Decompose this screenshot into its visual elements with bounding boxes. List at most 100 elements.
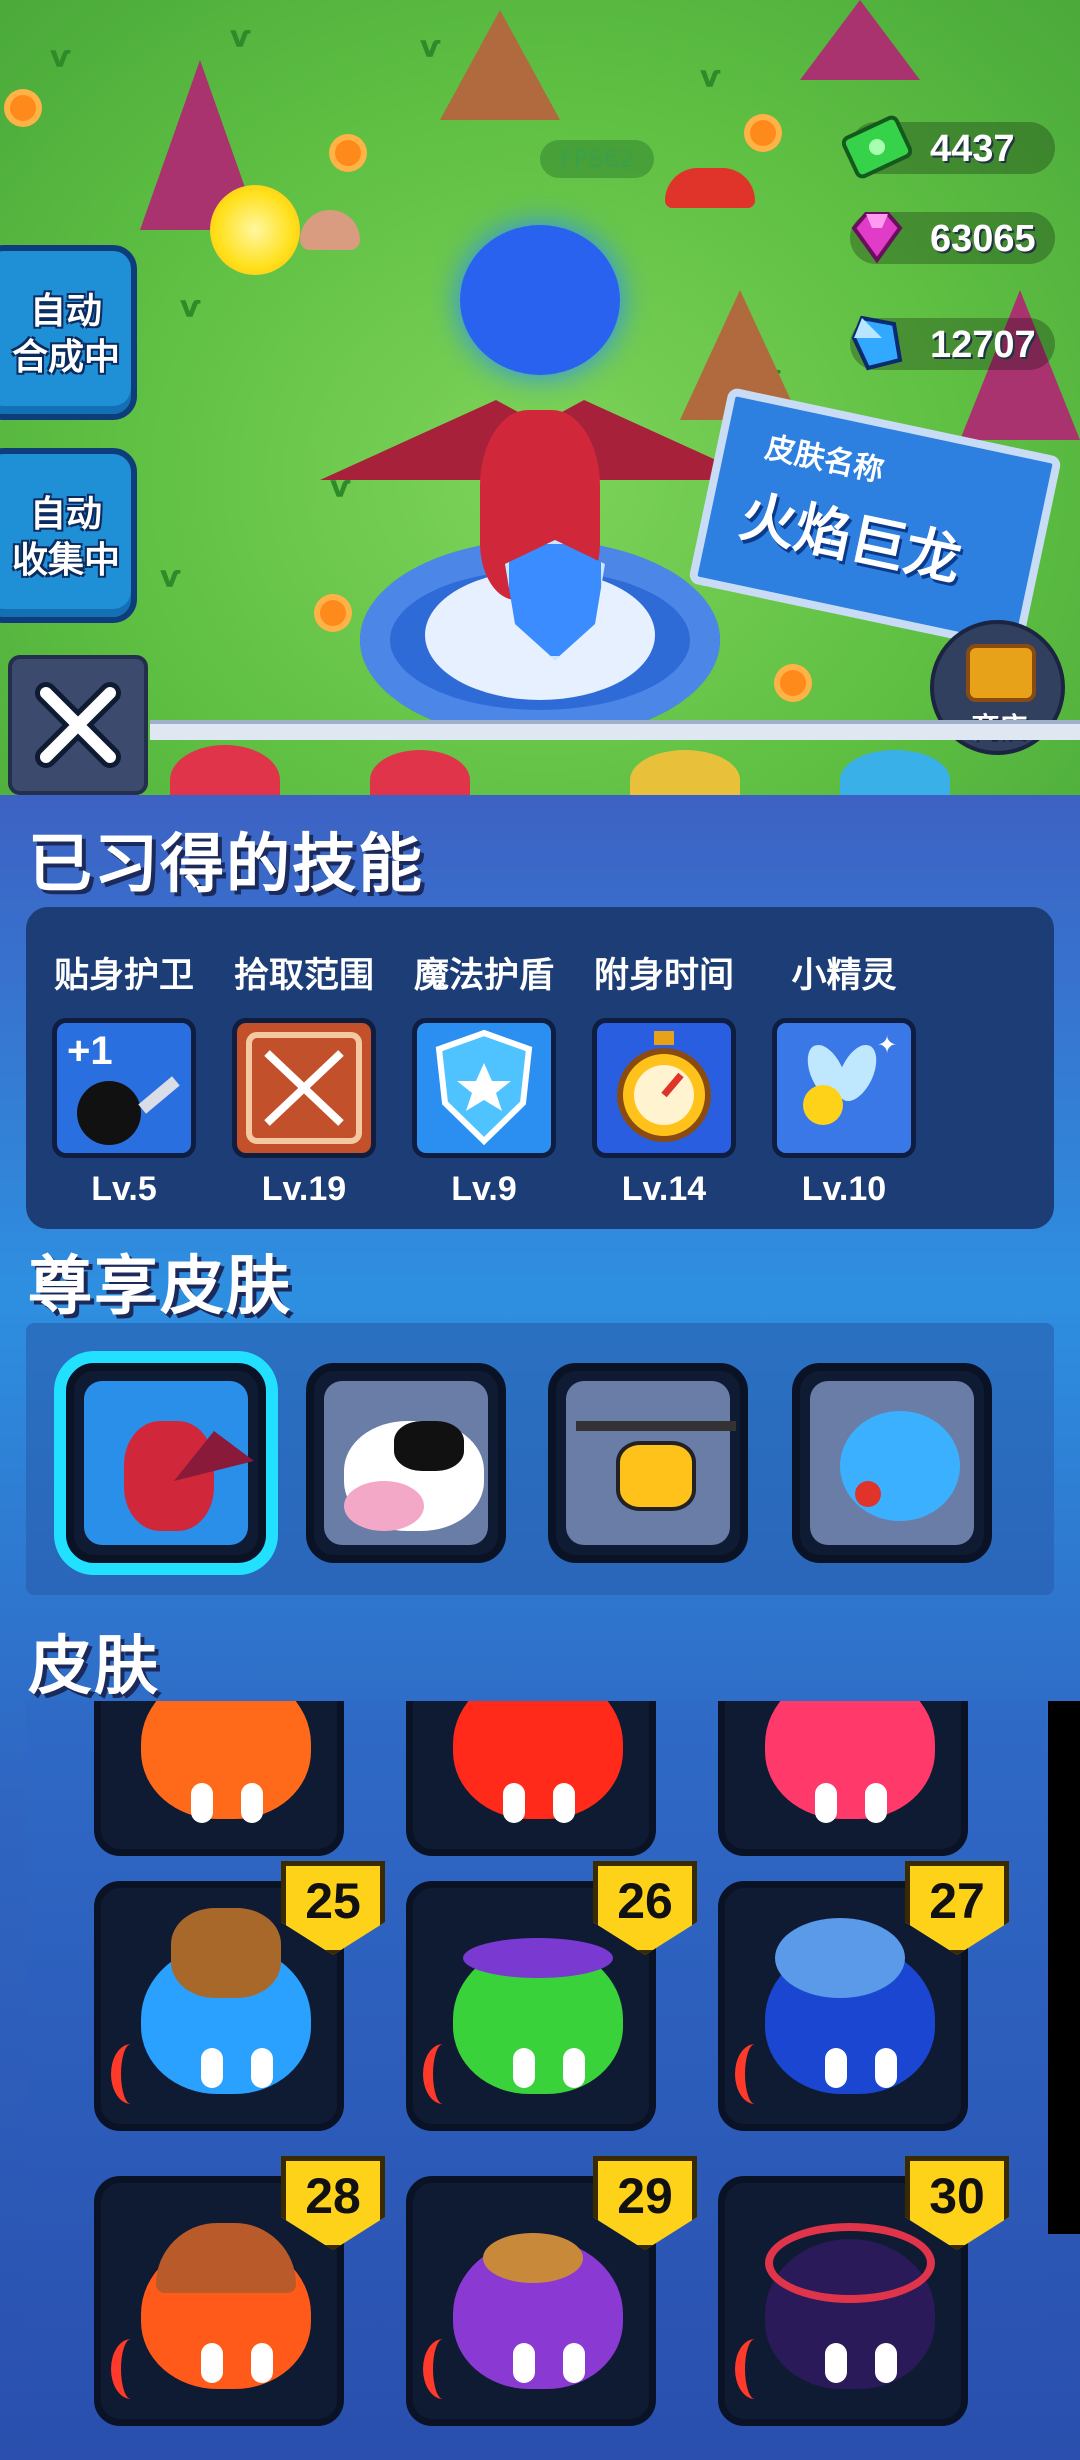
pink-gem-counter: 63065 (850, 212, 1055, 264)
pink-gem-value: 63065 (930, 218, 1036, 260)
burger-hat (483, 2233, 583, 2283)
stopwatch-icon (592, 1018, 736, 1158)
balloon (170, 745, 280, 795)
grass-decoration: ѵ (160, 560, 181, 595)
skin-blob (765, 1701, 935, 1819)
cat-headphones (765, 2223, 935, 2303)
skill-level: Lv.5 (91, 1170, 157, 1208)
ufo-hat (463, 1938, 613, 1978)
skin-eye (825, 2048, 847, 2088)
brown-tree (440, 10, 560, 120)
skill-guard[interactable]: 贴身护卫 +1 Lv.5 (34, 947, 214, 1209)
mushroom (665, 168, 755, 208)
fence (150, 720, 1080, 740)
skills-title: 已习得的技能 (28, 828, 424, 902)
skin-tile[interactable] (718, 1701, 968, 1856)
beaver-hat (171, 1908, 281, 1998)
skin-tail (735, 2044, 775, 2104)
skin-tile[interactable] (406, 1701, 656, 1856)
skin-eye (825, 2343, 847, 2383)
premium-skin-card-cow[interactable] (306, 1363, 506, 1563)
balloon (370, 750, 470, 795)
shield-star-icon (412, 1018, 556, 1158)
skin-eye (875, 2048, 897, 2088)
auto-merge-line2: 合成中 (11, 337, 120, 378)
fairy-icon: ✦ (772, 1018, 916, 1158)
auto-collect-line1: 自动 (29, 494, 102, 535)
skin-name-value: 火焰巨龙 (734, 483, 967, 594)
blue-flame (460, 225, 620, 375)
cash-counter: 4437 (841, 115, 1055, 179)
grass-decoration: ѵ (420, 30, 441, 65)
cash-icon (841, 112, 913, 182)
balloon (630, 750, 740, 795)
skin-number: 27 (929, 1873, 985, 1929)
skill-fairy[interactable]: 小精灵 ✦ Lv.10 (754, 947, 934, 1209)
premium-skin-card-octopus[interactable] (792, 1363, 992, 1563)
skin-number: 30 (929, 2168, 985, 2224)
skill-name: 小精灵 (791, 956, 897, 996)
premium-skins-title: 尊享皮肤 (28, 1250, 292, 1324)
cow-skin (324, 1381, 488, 1545)
skin-eye (563, 2343, 585, 2383)
premium-skins-row (26, 1323, 1054, 1595)
skill-name: 贴身护卫 (53, 956, 194, 996)
scrollbar[interactable] (1048, 1701, 1080, 2234)
skin-eye (503, 1783, 525, 1823)
skill-possess-time[interactable]: 附身时间 Lv.14 (574, 947, 754, 1209)
skin-tail (423, 2339, 463, 2399)
game-scene: ѵ ѵ ѵ ѵ ѵ ѵ ѵ ѵ ѵ ѵ FPS62 4437 63065 (0, 0, 1080, 795)
shark-hat (775, 1918, 905, 1998)
skin-blob (141, 1701, 311, 1819)
auto-merge-line1: 自动 (29, 291, 102, 332)
skill-level: Lv.10 (801, 1170, 887, 1208)
skin-eye (251, 2048, 273, 2088)
cash-value: 4437 (930, 128, 1015, 170)
skin-eye (513, 2048, 535, 2088)
pink-gem-icon (842, 202, 912, 272)
guard-bomb-icon: +1 (52, 1018, 196, 1158)
premium-skin-card-drone[interactable] (548, 1363, 748, 1563)
crystal-value: 12707 (930, 324, 1036, 366)
svg-text:✦: ✦ (877, 1031, 897, 1059)
skin-eye (563, 2048, 585, 2088)
flower (320, 600, 346, 626)
flower (750, 120, 776, 146)
expand-arrows-icon (232, 1018, 376, 1158)
balloon (840, 750, 950, 795)
skill-level: Lv.9 (451, 1170, 517, 1208)
flower (10, 95, 36, 121)
skin-eye (875, 2343, 897, 2383)
fps-counter: FPS62 (540, 140, 654, 178)
auto-collect-button[interactable]: 自动 收集中 (0, 448, 137, 623)
fairy-sprite (210, 185, 300, 275)
skill-magic-shield[interactable]: 魔法护盾 Lv.9 (394, 947, 574, 1209)
close-button[interactable] (8, 655, 148, 795)
skill-pickup-range[interactable]: 拾取范围 Lv.19 (214, 947, 394, 1209)
skills-box: 贴身护卫 +1 Lv.5 拾取范围 Lv.19 魔法护盾 Lv.9 附身时间 L… (26, 907, 1054, 1229)
skill-name: 魔法护盾 (413, 956, 554, 996)
pink-tree (800, 0, 920, 80)
skin-eye (201, 2343, 223, 2383)
skill-level: Lv.19 (261, 1170, 347, 1208)
flower (335, 140, 361, 166)
auto-merge-button[interactable]: 自动 合成中 (0, 245, 137, 420)
skin-eye (513, 2343, 535, 2383)
grass-decoration: ѵ (180, 290, 201, 325)
skin-eye (241, 1783, 263, 1823)
grass-decoration: ѵ (700, 60, 721, 95)
skin-eye (815, 1783, 837, 1823)
skin-eye (191, 1783, 213, 1823)
skin-tail (111, 2339, 151, 2399)
skin-tail (111, 2044, 151, 2104)
crystal-counter: 12707 (850, 315, 1055, 371)
skin-number: 29 (617, 2168, 673, 2224)
skin-tile[interactable] (94, 1701, 344, 1856)
skin-blob (453, 1701, 623, 1819)
skin-number: 28 (305, 2168, 361, 2224)
blue-crystal-icon (842, 308, 912, 378)
red-dragon-skin (84, 1381, 254, 1545)
premium-skin-card-dragon[interactable] (66, 1363, 266, 1563)
skins-grid: 25 26 27 28 29 30 (26, 1701, 1046, 2460)
skin-eye (251, 2343, 273, 2383)
